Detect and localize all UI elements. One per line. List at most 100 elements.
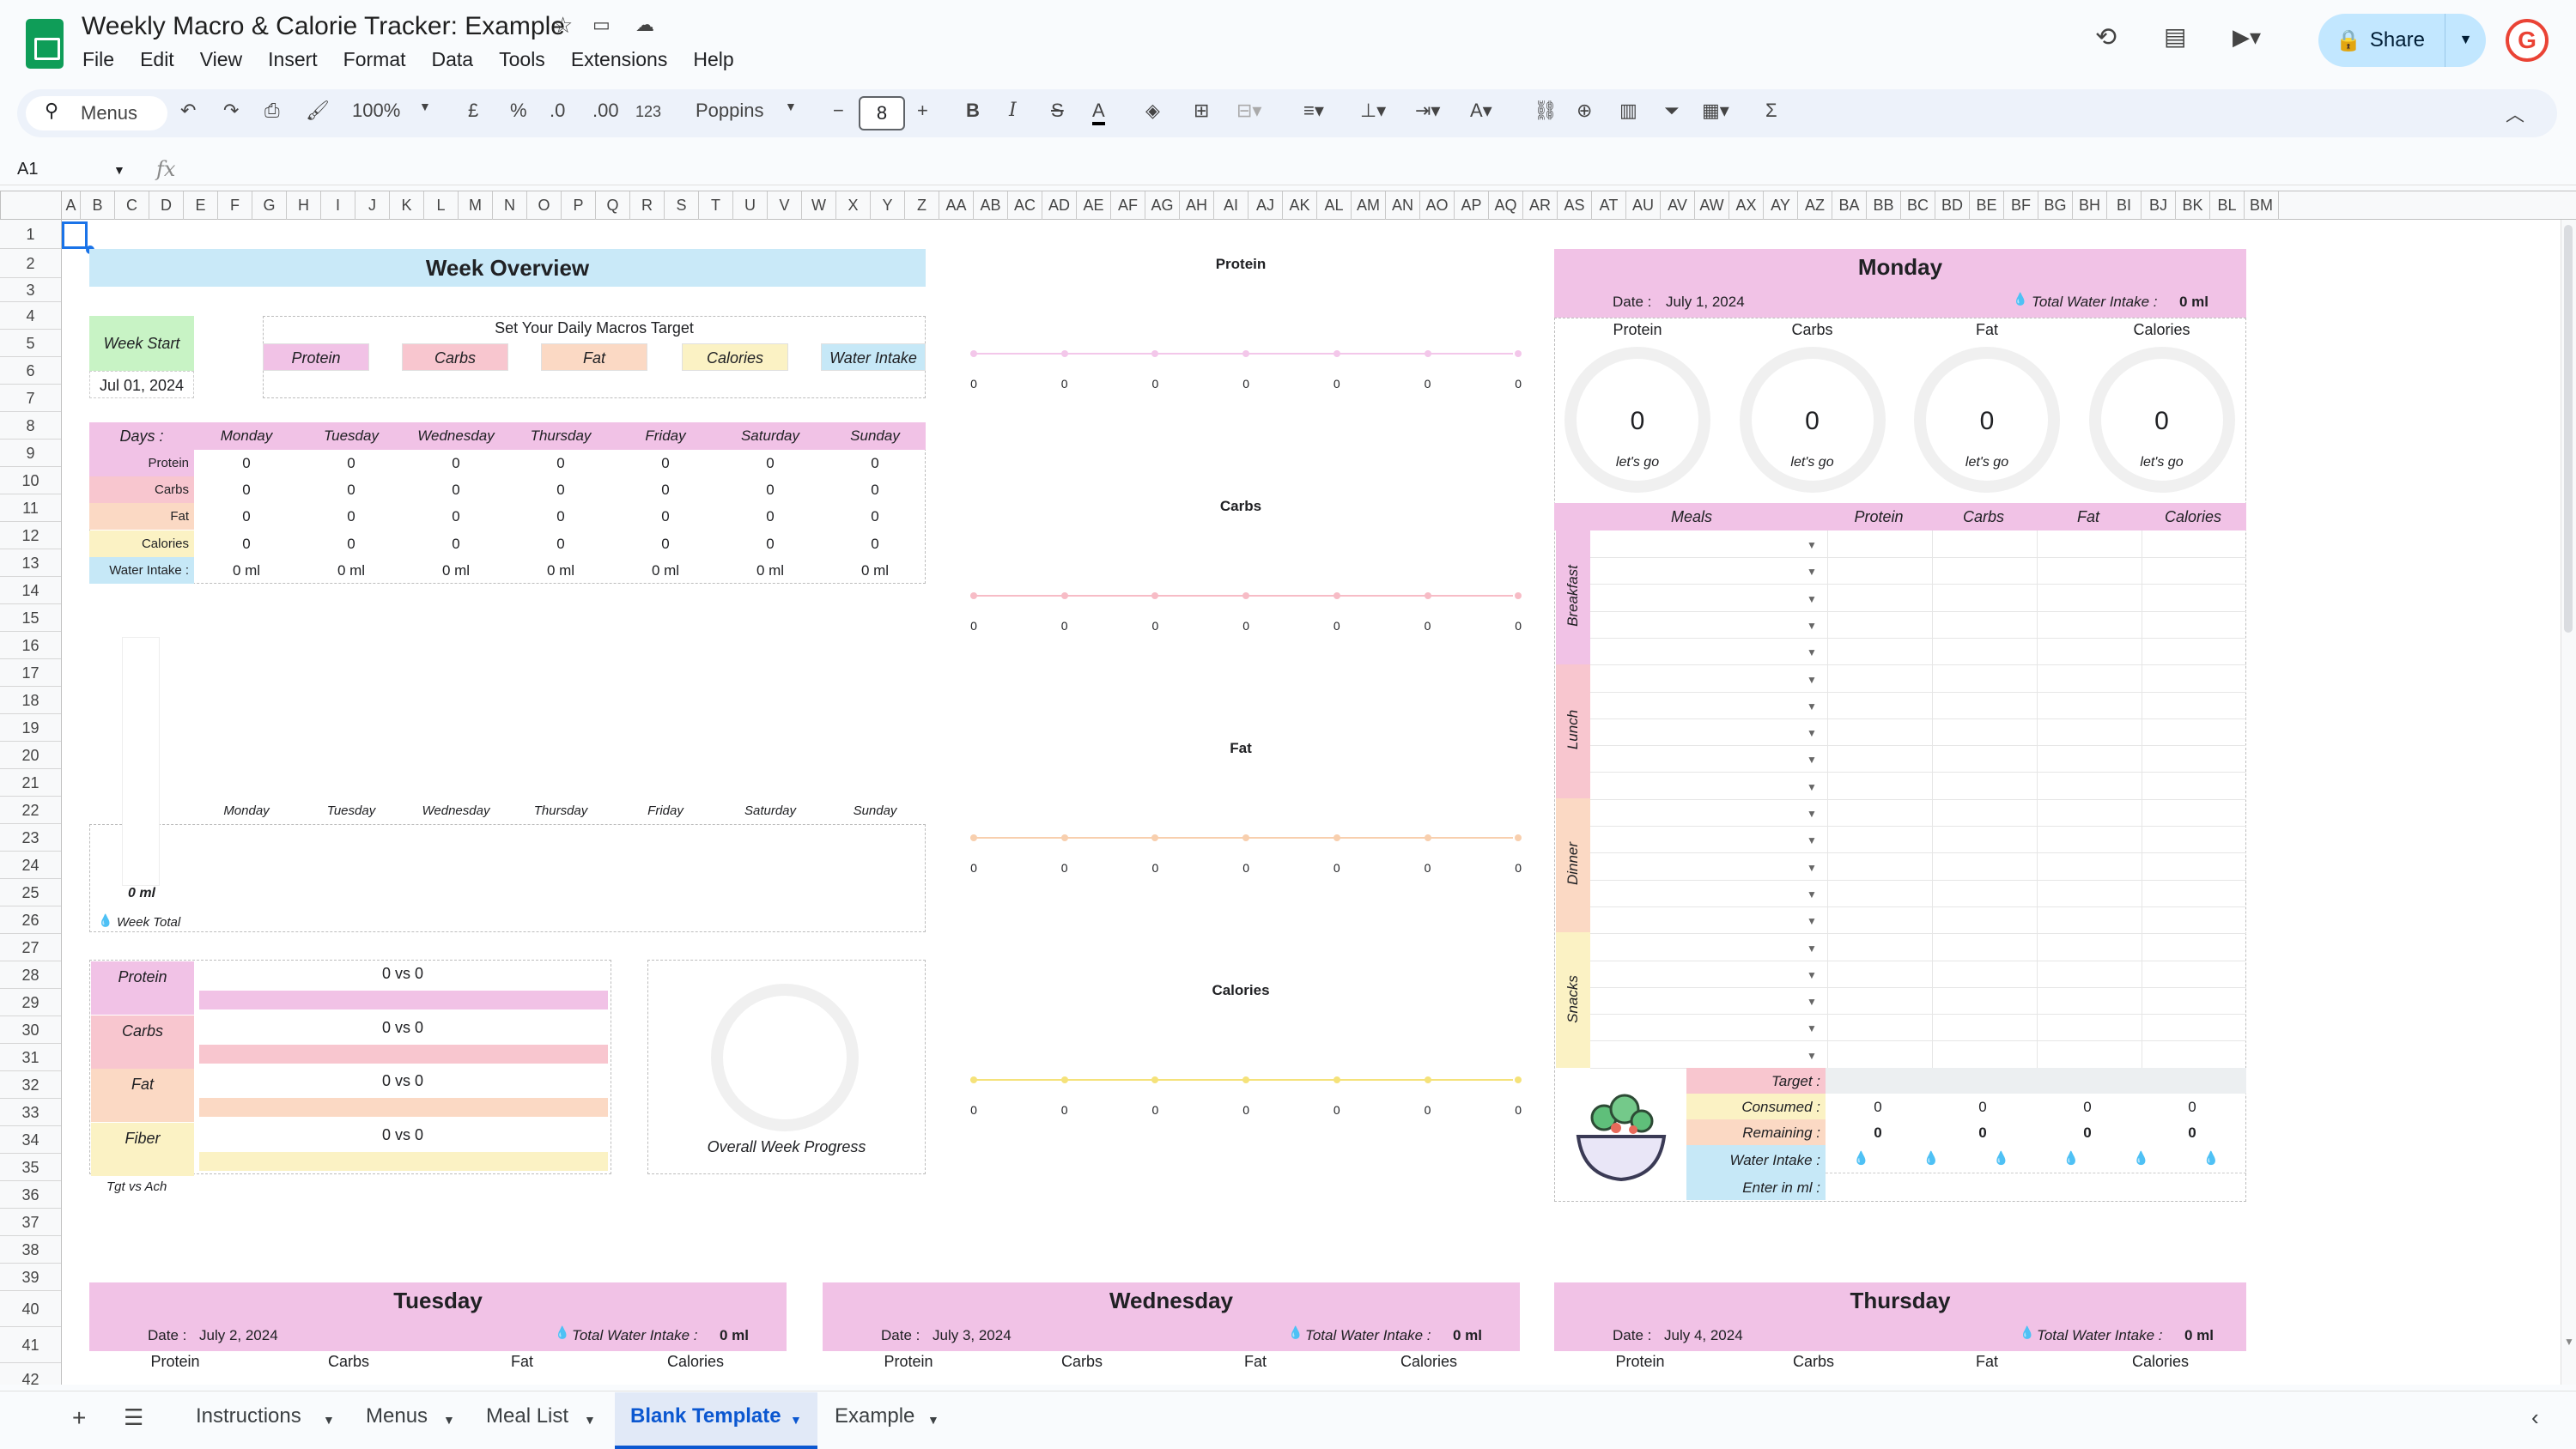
- meal-dropdown-icon[interactable]: ▼: [1807, 808, 1817, 820]
- column-header[interactable]: AW: [1695, 191, 1729, 220]
- row-header[interactable]: 28: [0, 961, 61, 989]
- menu-file[interactable]: File: [82, 48, 114, 74]
- tab-meal-list-caret-icon[interactable]: ▼: [584, 1413, 596, 1427]
- meal-dropdown-icon[interactable]: ▼: [1807, 727, 1817, 739]
- functions-icon[interactable]: Σ: [1765, 100, 1777, 122]
- account-avatar[interactable]: G: [2506, 19, 2549, 62]
- currency-button[interactable]: £: [468, 100, 478, 122]
- meal-select[interactable]: [1590, 934, 1827, 961]
- tab-menus-caret-icon[interactable]: ▼: [443, 1413, 455, 1427]
- column-header[interactable]: AY: [1764, 191, 1798, 220]
- monday-date[interactable]: July 1, 2024: [1666, 294, 1745, 311]
- day-date[interactable]: July 3, 2024: [933, 1327, 1012, 1344]
- meet-camera-icon[interactable]: ▶▾: [2233, 24, 2261, 51]
- name-box[interactable]: A1: [17, 160, 38, 179]
- water-drop-icon[interactable]: 💧: [2063, 1150, 2080, 1166]
- column-header[interactable]: BA: [1832, 191, 1867, 220]
- add-sheet-icon[interactable]: +: [72, 1404, 86, 1432]
- column-header[interactable]: BL: [2210, 191, 2245, 220]
- row-header[interactable]: 1: [0, 220, 61, 249]
- meal-dropdown-icon[interactable]: ▼: [1807, 1022, 1817, 1034]
- row-header[interactable]: 38: [0, 1236, 61, 1264]
- meal-dropdown-icon[interactable]: ▼: [1807, 539, 1817, 551]
- meal-select[interactable]: [1590, 853, 1827, 880]
- strikethrough-icon[interactable]: S: [1051, 100, 1064, 122]
- vertical-align-icon[interactable]: ⊥▾: [1360, 100, 1386, 122]
- meal-dropdown-icon[interactable]: ▼: [1807, 969, 1817, 981]
- week-start-value[interactable]: Jul 01, 2024: [89, 371, 194, 398]
- row-header[interactable]: 24: [0, 852, 61, 879]
- menu-data[interactable]: Data: [432, 48, 474, 74]
- row-header[interactable]: 6: [0, 357, 61, 385]
- menu-format[interactable]: Format: [343, 48, 406, 74]
- meal-select[interactable]: [1590, 880, 1827, 906]
- row-header[interactable]: 31: [0, 1044, 61, 1071]
- scroll-down-icon[interactable]: ▼: [2564, 1336, 2574, 1348]
- row-header[interactable]: 25: [0, 879, 61, 906]
- row-header[interactable]: 18: [0, 687, 61, 714]
- meal-select[interactable]: [1590, 826, 1827, 852]
- menu-edit[interactable]: Edit: [140, 48, 174, 74]
- row-header[interactable]: 16: [0, 632, 61, 659]
- row-header[interactable]: 35: [0, 1154, 61, 1181]
- column-header[interactable]: R: [630, 191, 665, 220]
- column-header[interactable]: AG: [1145, 191, 1180, 220]
- meal-select[interactable]: [1590, 611, 1827, 638]
- column-header[interactable]: BI: [2107, 191, 2142, 220]
- row-header[interactable]: 23: [0, 824, 61, 852]
- row-header[interactable]: 36: [0, 1181, 61, 1209]
- meal-dropdown-icon[interactable]: ▼: [1807, 834, 1817, 846]
- water-drop-icon[interactable]: 💧: [2203, 1150, 2220, 1166]
- name-box-dropdown-icon[interactable]: ▼: [113, 163, 125, 177]
- row-header[interactable]: 3: [0, 278, 61, 302]
- tab-example-caret-icon[interactable]: ▼: [927, 1413, 939, 1427]
- zoom-dropdown-icon[interactable]: ▼: [419, 100, 431, 113]
- column-header[interactable]: BF: [2004, 191, 2038, 220]
- column-header[interactable]: BM: [2245, 191, 2279, 220]
- redo-icon[interactable]: ↷: [223, 100, 239, 122]
- column-header[interactable]: O: [527, 191, 562, 220]
- meal-select[interactable]: [1590, 799, 1827, 826]
- menu-extensions[interactable]: Extensions: [571, 48, 668, 74]
- all-sheets-icon[interactable]: ☰: [124, 1404, 143, 1431]
- column-header[interactable]: L: [424, 191, 459, 220]
- meal-select[interactable]: [1590, 773, 1827, 799]
- font-size-input[interactable]: 8: [859, 96, 905, 130]
- cloud-status-icon[interactable]: ☁: [635, 14, 654, 36]
- water-entry-row[interactable]: [1826, 1173, 2246, 1200]
- column-header[interactable]: AS: [1558, 191, 1592, 220]
- meal-dropdown-icon[interactable]: ▼: [1807, 566, 1817, 578]
- row-header[interactable]: 20: [0, 742, 61, 769]
- column-header[interactable]: BH: [2073, 191, 2107, 220]
- row-header[interactable]: 11: [0, 494, 61, 522]
- text-color-icon[interactable]: A: [1092, 100, 1105, 125]
- meal-dropdown-icon[interactable]: ▼: [1807, 754, 1817, 766]
- zoom-select[interactable]: 100%: [352, 100, 400, 122]
- row-header[interactable]: 39: [0, 1264, 61, 1291]
- row-header[interactable]: 32: [0, 1071, 61, 1099]
- tab-blank-template-caret-icon[interactable]: ▼: [790, 1413, 802, 1427]
- menu-view[interactable]: View: [200, 48, 242, 74]
- column-header[interactable]: T: [699, 191, 733, 220]
- horizontal-align-icon[interactable]: ≡▾: [1303, 100, 1324, 122]
- column-header[interactable]: AX: [1729, 191, 1764, 220]
- tab-meal-list[interactable]: Meal List: [486, 1404, 568, 1428]
- row-header[interactable]: 21: [0, 769, 61, 797]
- row-header[interactable]: 4: [0, 302, 61, 330]
- font-dropdown-icon[interactable]: ▼: [785, 100, 797, 113]
- italic-icon[interactable]: I: [1009, 100, 1017, 121]
- column-header[interactable]: K: [390, 191, 424, 220]
- column-header[interactable]: AH: [1180, 191, 1214, 220]
- star-icon[interactable]: ☆: [553, 12, 573, 39]
- bold-icon[interactable]: B: [966, 100, 980, 122]
- meal-select[interactable]: [1590, 530, 1827, 557]
- column-header[interactable]: AK: [1283, 191, 1317, 220]
- insert-link-icon[interactable]: ⛓: [1534, 100, 1558, 122]
- column-header[interactable]: BD: [1935, 191, 1970, 220]
- meal-dropdown-icon[interactable]: ▼: [1807, 593, 1817, 605]
- text-rotation-icon[interactable]: A▾: [1470, 100, 1492, 122]
- tab-instructions-caret-icon[interactable]: ▼: [323, 1413, 335, 1427]
- column-header[interactable]: U: [733, 191, 768, 220]
- collapse-toolbar-icon[interactable]: ︿: [2506, 100, 2524, 127]
- column-header[interactable]: BG: [2038, 191, 2073, 220]
